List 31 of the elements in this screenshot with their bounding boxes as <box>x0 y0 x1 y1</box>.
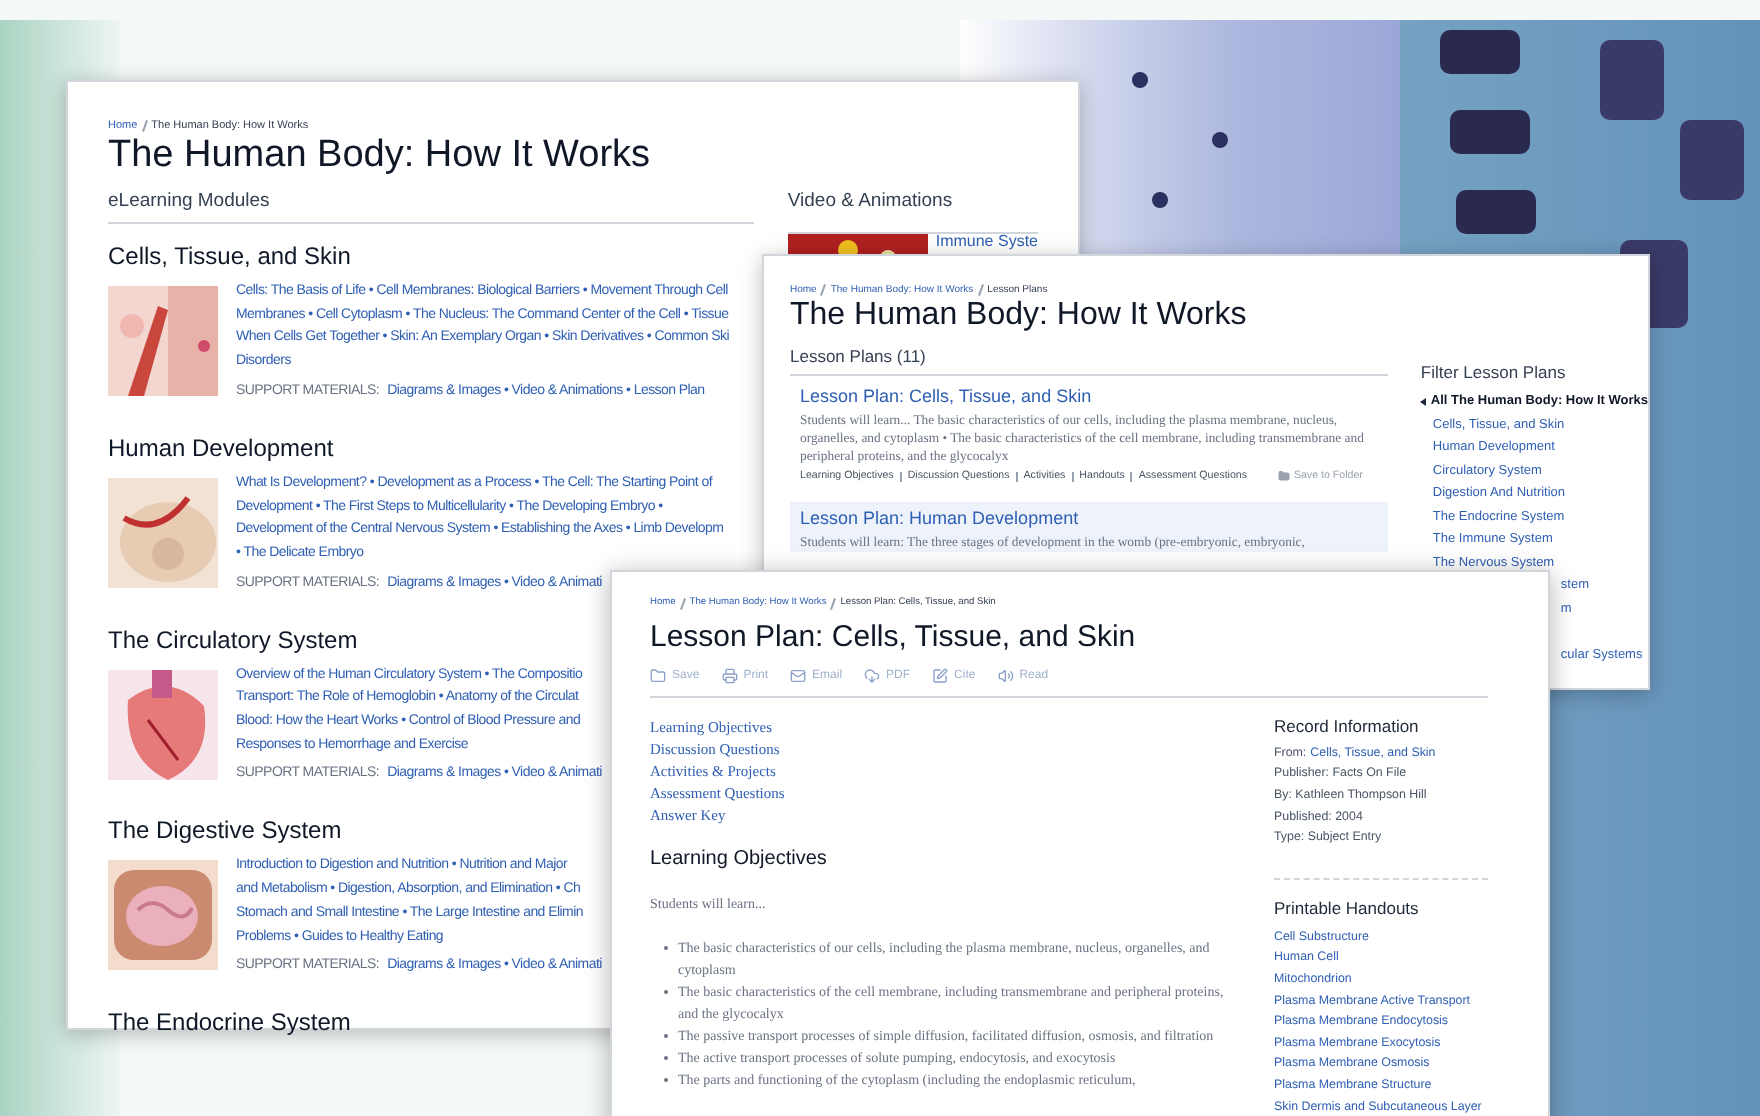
section-heading: Video & Animations <box>787 190 955 214</box>
edit-icon <box>932 668 949 684</box>
lesson-plan-link[interactable]: Lesson Plan: Human Development <box>800 508 1379 530</box>
module-heading: The Circulatory System <box>108 623 358 656</box>
section-heading: Lesson Plans (11) <box>790 344 1389 376</box>
filter-heading: Filter Lesson Plans <box>1420 360 1568 384</box>
handouts-heading: Printable Handouts <box>1274 896 1421 921</box>
separator-icon <box>820 284 827 296</box>
separator-icon <box>830 598 837 610</box>
page-title: Lesson Plan: Cells, Tissue, and Skin <box>650 620 1138 656</box>
module-heading: Human Development <box>108 431 334 464</box>
page-title: The Human Body: How It Works <box>790 298 1249 334</box>
lesson-plan-link[interactable]: Lesson Plan: Cells, Tissue, and Skin <box>800 386 1379 408</box>
separator-icon <box>977 284 984 296</box>
page-title: The Human Body: How It Works <box>108 134 653 178</box>
module-heading: Cells, Tissue, and Skin <box>108 240 351 272</box>
folder-icon <box>650 668 666 684</box>
cloud-download-icon <box>864 668 881 684</box>
speaker-icon <box>997 668 1014 684</box>
caret-icon <box>1420 397 1427 406</box>
module-heading: The Endocrine System <box>108 1006 351 1039</box>
section-heading: eLearning Modules <box>108 190 754 224</box>
record-heading: Record Information <box>1274 714 1421 738</box>
module-heading: The Digestive System <box>108 814 342 847</box>
separator-icon <box>141 120 148 132</box>
section-heading: Learning Objectives <box>650 846 829 874</box>
printer-icon <box>721 668 738 684</box>
video-link[interactable]: Immune Syste <box>935 234 1038 250</box>
mail-icon <box>790 668 807 684</box>
folder-icon <box>1277 470 1290 482</box>
separator-icon <box>679 598 686 610</box>
